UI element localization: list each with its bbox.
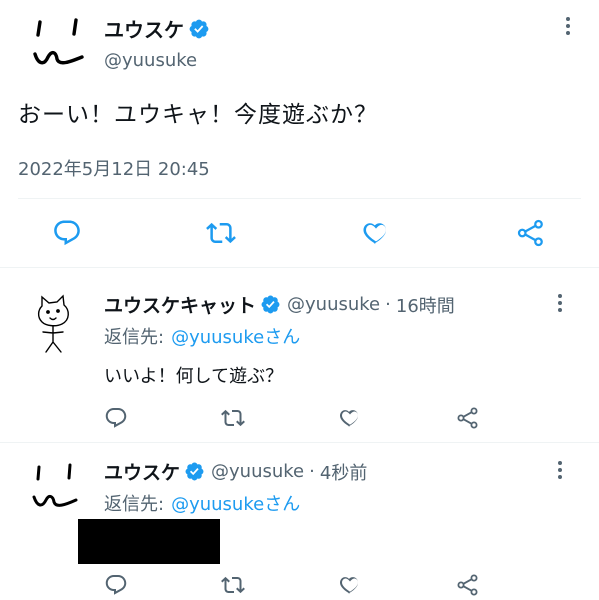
share-button[interactable]: [454, 404, 482, 432]
tweet-timestamp[interactable]: 2022年5月12日 20:45: [18, 155, 210, 181]
heart-icon: [339, 577, 359, 594]
author-name[interactable]: ユウスケ: [104, 458, 180, 485]
reply-button[interactable]: [50, 216, 84, 250]
like-button[interactable]: [336, 571, 364, 599]
retweet-button[interactable]: [204, 216, 238, 250]
avatar[interactable]: [30, 462, 82, 522]
more-icon[interactable]: [564, 17, 572, 35]
author-handle[interactable]: @yuusuke: [104, 50, 197, 71]
more-icon[interactable]: [556, 294, 564, 312]
reply-icon: [105, 408, 127, 428]
tweet-text: おーい！ユウキャ！今度遊ぶか？: [18, 102, 378, 128]
replying-to: 返信先: @yuusukeさん: [104, 323, 300, 349]
author-handle[interactable]: @yuusuke: [211, 461, 304, 482]
retweet-icon: [221, 409, 245, 427]
author-name[interactable]: ユウスケキャット: [104, 291, 256, 318]
reply-button[interactable]: [102, 571, 130, 599]
divider: [0, 442, 599, 443]
meta-separator: ·: [309, 461, 315, 482]
heart-icon: [363, 223, 387, 245]
tweet-time[interactable]: 4秒前: [320, 459, 367, 485]
redacted-tweet-text: [78, 519, 220, 564]
reply-button[interactable]: [102, 404, 130, 432]
share-icon: [517, 219, 543, 247]
divider: [18, 198, 581, 199]
author-name[interactable]: ユウスケ: [104, 14, 184, 43]
meta-separator: ·: [385, 294, 391, 315]
tweet-text: いいよ！何して遊ぶ？: [104, 366, 284, 387]
replying-to-label: 返信先:: [104, 327, 165, 348]
replying-to-link[interactable]: @yuusukeさん: [171, 323, 300, 349]
more-icon[interactable]: [556, 461, 564, 479]
avatar[interactable]: [30, 14, 90, 74]
retweet-icon: [206, 222, 236, 244]
divider: [0, 267, 599, 268]
retweet-icon: [221, 576, 245, 594]
retweet-button[interactable]: [219, 571, 247, 599]
verified-badge-icon: [261, 295, 280, 314]
share-icon: [457, 574, 478, 596]
like-button[interactable]: [336, 404, 364, 432]
retweet-button[interactable]: [219, 404, 247, 432]
verified-badge-icon: [189, 19, 209, 38]
verified-badge-icon: [185, 462, 204, 481]
author-handle[interactable]: @yuusuke: [287, 294, 380, 315]
share-button[interactable]: [514, 216, 548, 250]
replying-to: 返信先: @yuusukeさん: [104, 490, 300, 516]
reply-icon: [105, 575, 127, 595]
like-button[interactable]: [359, 216, 393, 250]
share-icon: [457, 407, 478, 429]
reply-icon: [54, 220, 80, 246]
heart-icon: [339, 410, 359, 427]
share-button[interactable]: [454, 571, 482, 599]
replying-to-label: 返信先:: [104, 494, 165, 515]
avatar[interactable]: [30, 292, 80, 356]
replying-to-link[interactable]: @yuusukeさん: [171, 490, 300, 516]
tweet-time[interactable]: 16時間: [396, 292, 455, 318]
